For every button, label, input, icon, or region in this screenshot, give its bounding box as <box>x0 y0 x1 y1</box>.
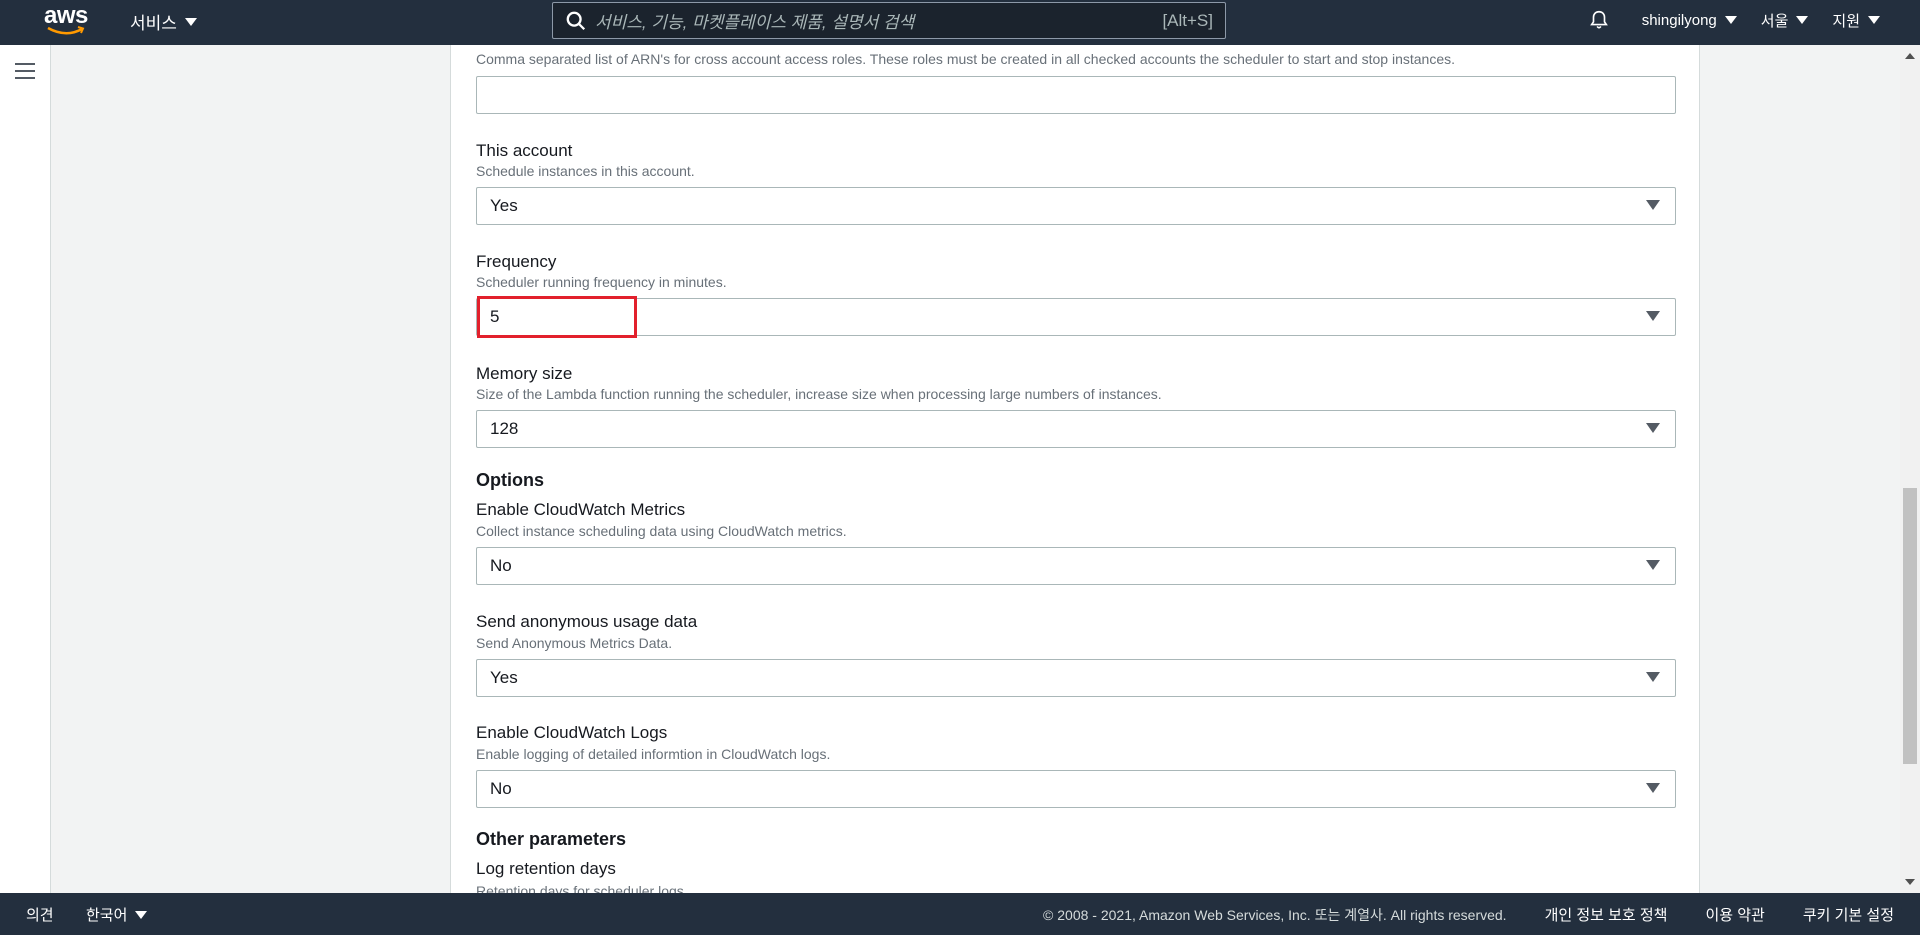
aws-smile-icon <box>47 26 85 35</box>
search-input[interactable]: 서비스, 기능, 마켓플레이스 제품, 설명서 검색 <box>595 8 1162 33</box>
search-bar[interactable]: 서비스, 기능, 마켓플레이스 제품, 설명서 검색 [Alt+S] <box>552 2 1226 39</box>
sidebar <box>0 45 51 893</box>
anonymous-data-label: Send anonymous usage data <box>476 612 698 631</box>
chevron-down-icon <box>1646 308 1660 326</box>
chevron-down-icon <box>1646 669 1660 687</box>
copyright-text: © 2008 - 2021, Amazon Web Services, Inc.… <box>1043 906 1507 923</box>
memory-size-desc: Size of the Lambda function running the … <box>476 386 1162 402</box>
cross-account-desc: Comma separated list of ARN's for cross … <box>476 51 1456 67</box>
cloudwatch-logs-label: Enable CloudWatch Logs <box>476 723 668 742</box>
anonymous-data-select[interactable]: Yes <box>476 659 1676 697</box>
chevron-down-icon <box>1646 420 1660 438</box>
search-icon <box>566 11 586 30</box>
memory-size-label: Memory size <box>476 364 573 383</box>
top-nav: aws 서비스 서비스, 기능, 마켓플레이스 제품, 설명서 검색 [Alt+… <box>0 0 1920 45</box>
privacy-policy-link[interactable]: 개인 정보 보호 정책 <box>1545 904 1668 925</box>
region-name: 서울 <box>1760 12 1789 30</box>
menu-icon[interactable] <box>15 63 35 79</box>
aws-logo-text: aws <box>44 2 88 29</box>
cloudwatch-logs-value: No <box>490 779 512 798</box>
scroll-down-icon[interactable] <box>1905 879 1915 885</box>
memory-size-select[interactable]: 128 <box>476 410 1676 448</box>
frequency-value: 5 <box>490 307 500 326</box>
memory-size-value: 128 <box>490 419 519 438</box>
footer: 의견 한국어 © 2008 - 2021, Amazon Web Service… <box>0 893 1920 935</box>
footer-links: © 2008 - 2021, Amazon Web Services, Inc.… <box>1043 904 1894 925</box>
bell-icon[interactable] <box>1588 9 1610 31</box>
log-retention-desc: Retention days for scheduler logs. <box>476 883 688 893</box>
user-name: shingilyong <box>1641 11 1717 29</box>
frequency-label: Frequency <box>476 252 557 271</box>
cloudwatch-metrics-select[interactable]: No <box>476 547 1676 585</box>
frequency-select[interactable]: 5 <box>476 298 1676 336</box>
this-account-value: Yes <box>490 196 518 215</box>
cloudwatch-metrics-value: No <box>490 556 512 575</box>
log-retention-label: Log retention days <box>476 859 616 878</box>
chevron-down-icon <box>1796 16 1809 24</box>
chevron-down-icon <box>1868 16 1880 24</box>
cloudwatch-logs-desc: Enable logging of detailed informtion in… <box>476 746 831 762</box>
chevron-down-icon <box>1724 16 1737 24</box>
cloudwatch-metrics-label: Enable CloudWatch Metrics <box>476 500 686 519</box>
chevron-down-icon <box>1646 197 1660 215</box>
services-menu[interactable]: 서비스 <box>130 9 197 34</box>
aws-logo[interactable]: aws <box>44 4 88 38</box>
user-menu[interactable]: shingilyong <box>1642 12 1737 29</box>
scroll-thumb[interactable] <box>1903 488 1917 764</box>
chevron-down-icon <box>184 17 197 26</box>
cookie-preferences-link[interactable]: 쿠키 기본 설정 <box>1803 904 1894 925</box>
cross-account-roles-input[interactable] <box>476 76 1676 114</box>
language-label: 한국어 <box>86 907 128 924</box>
cloudwatch-logs-select[interactable]: No <box>476 770 1676 808</box>
support-label: 지원 <box>1832 12 1860 30</box>
options-title: Options <box>476 470 544 490</box>
terms-link[interactable]: 이용 약관 <box>1705 904 1764 925</box>
other-parameters-title: Other parameters <box>476 829 627 849</box>
parameters-panel: Comma separated list of ARN's for cross … <box>450 45 1700 893</box>
this-account-label: This account <box>476 141 573 160</box>
language-selector[interactable]: 한국어 <box>86 904 148 925</box>
scroll-up-icon[interactable] <box>1905 53 1915 59</box>
frequency-desc: Scheduler running frequency in minutes. <box>476 274 727 290</box>
region-menu[interactable]: 서울 <box>1761 10 1809 31</box>
support-menu[interactable]: 지원 <box>1832 10 1880 31</box>
scrollbar[interactable] <box>1900 45 1920 893</box>
this-account-select[interactable]: Yes <box>476 187 1676 225</box>
feedback-link[interactable]: 의견 <box>26 904 54 925</box>
anonymous-data-desc: Send Anonymous Metrics Data. <box>476 635 673 651</box>
this-account-desc: Schedule instances in this account. <box>476 163 695 179</box>
cloudwatch-metrics-desc: Collect instance scheduling data using C… <box>476 523 847 539</box>
chevron-down-icon <box>1646 780 1660 798</box>
anonymous-data-value: Yes <box>490 668 518 687</box>
services-label: 서비스 <box>130 14 177 33</box>
chevron-down-icon <box>135 910 148 919</box>
search-shortcut: [Alt+S] <box>1162 10 1213 30</box>
nav-right: shingilyong 서울 지원 <box>1588 0 1880 40</box>
chevron-down-icon <box>1646 557 1660 575</box>
